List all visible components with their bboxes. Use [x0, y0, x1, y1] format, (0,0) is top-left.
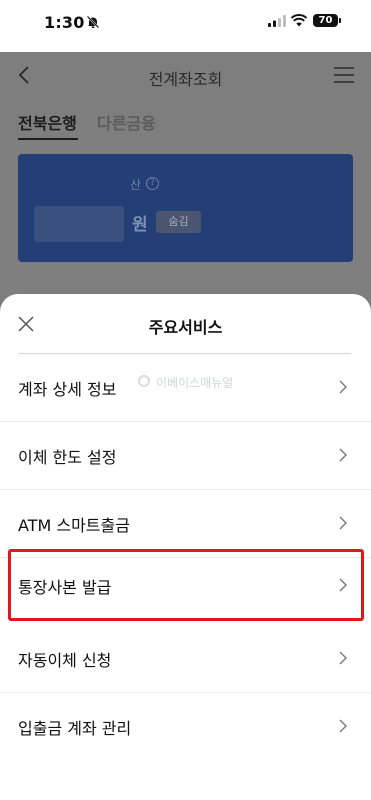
service-item-label: 이체 한도 설정 [18, 448, 117, 467]
tab-active-indicator [18, 138, 78, 140]
info-icon[interactable]: ? [146, 177, 159, 190]
battery-icon: 70 [313, 14, 338, 27]
card-label: 산 [130, 178, 142, 192]
chevron-right-icon [339, 719, 347, 733]
account-card[interactable]: 산 ? 원 숨김 [18, 154, 353, 262]
service-item-transfer-limit[interactable]: 이체 한도 설정 [0, 422, 371, 488]
service-item-account-management[interactable]: 입출금 계좌 관리 [0, 693, 371, 759]
signal-icon [268, 15, 286, 27]
main-services-sheet: 주요서비스 이베이스매뉴얼 계좌 상세 정보 이체 한도 설정 ATM 스마트출… [0, 294, 371, 800]
wifi-icon [291, 14, 307, 27]
highlight-box [8, 549, 364, 621]
service-item-label: 자동이체 신청 [18, 651, 112, 670]
tab-jeonbuk-bank[interactable]: 전북은행 [18, 110, 77, 134]
blurred-balance [34, 206, 124, 242]
tab-other-finance[interactable]: 다른금융 [97, 110, 156, 134]
menu-icon[interactable] [333, 66, 355, 84]
battery-tip [339, 18, 341, 23]
service-item-label: 계좌 상세 정보 [18, 380, 117, 399]
chevron-right-icon [339, 448, 347, 462]
service-item-atm-smart-withdrawal[interactable]: ATM 스마트출금 [0, 490, 371, 556]
page-title: 전계좌조회 [148, 70, 223, 89]
service-item-label: 입출금 계좌 관리 [18, 719, 132, 738]
service-item-label: ATM 스마트출금 [18, 516, 130, 535]
sheet-title: 주요서비스 [148, 318, 223, 337]
bell-off-icon [86, 15, 100, 29]
status-time: 1:30 [44, 13, 85, 32]
chevron-right-icon [339, 651, 347, 665]
chevron-right-icon [339, 516, 347, 530]
hide-balance-button[interactable]: 숨김 [156, 211, 201, 233]
currency-unit: 원 [132, 215, 148, 235]
service-item-auto-transfer[interactable]: 자동이체 신청 [0, 625, 371, 691]
status-bar: 1:30 70 [0, 0, 371, 52]
chevron-right-icon [339, 380, 347, 394]
service-item-account-details[interactable]: 계좌 상세 정보 [0, 354, 371, 420]
